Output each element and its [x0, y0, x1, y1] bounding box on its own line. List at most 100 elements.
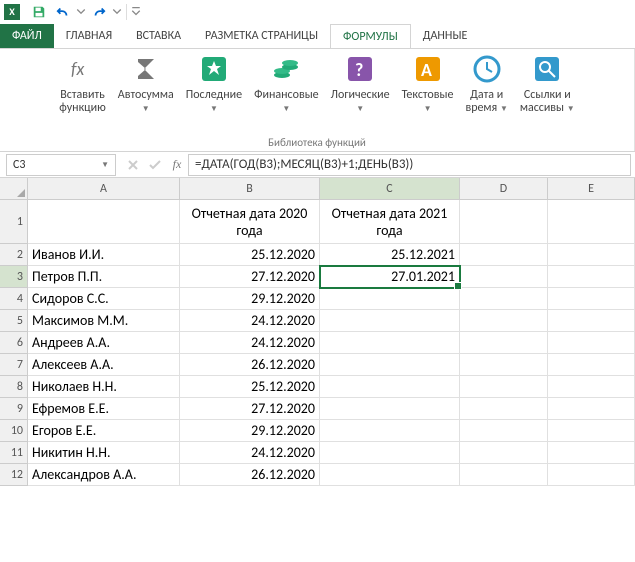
cell[interactable] — [320, 464, 460, 486]
row-header[interactable]: 10 — [0, 420, 28, 442]
cell[interactable]: 29.12.2020 — [180, 288, 320, 310]
cell[interactable] — [460, 288, 548, 310]
cell[interactable]: 27.12.2020 — [180, 398, 320, 420]
insert-function-button[interactable]: fx Вставитьфункцию — [53, 51, 111, 117]
save-button[interactable] — [28, 1, 50, 23]
cell[interactable]: Андреев А.А. — [28, 332, 180, 354]
cell[interactable] — [460, 310, 548, 332]
cell[interactable]: Отчетная дата 2020 года — [180, 200, 320, 244]
tab-formulas[interactable]: ФОРМУЛЫ — [330, 24, 411, 48]
cell[interactable] — [548, 376, 635, 398]
redo-dropdown[interactable] — [112, 1, 122, 23]
cell[interactable]: 29.12.2020 — [180, 420, 320, 442]
cell[interactable]: Егоров Е.Е. — [28, 420, 180, 442]
cell[interactable] — [320, 376, 460, 398]
cell[interactable] — [548, 200, 635, 244]
cell[interactable]: Никитин Н.Н. — [28, 442, 180, 464]
row-header[interactable]: 1 — [0, 200, 28, 244]
col-header[interactable]: E — [548, 178, 635, 200]
cell[interactable] — [460, 398, 548, 420]
col-header[interactable]: D — [460, 178, 548, 200]
cell[interactable] — [548, 464, 635, 486]
name-box-input[interactable] — [13, 158, 83, 172]
select-all-button[interactable] — [0, 178, 28, 200]
text-button[interactable]: A Текстовые ▼ — [396, 51, 460, 116]
cell[interactable]: Петров П.П. — [28, 266, 180, 288]
cell[interactable]: Александров А.А. — [28, 464, 180, 486]
cell[interactable]: 25.12.2021 — [320, 244, 460, 266]
row-header[interactable]: 6 — [0, 332, 28, 354]
customize-qat-button[interactable] — [131, 1, 141, 23]
logical-button[interactable]: ? Логические ▼ — [325, 51, 396, 116]
redo-button[interactable] — [88, 1, 110, 23]
autosum-button[interactable]: Автосумма ▼ — [112, 51, 180, 116]
cell[interactable] — [460, 200, 548, 244]
cell[interactable] — [548, 420, 635, 442]
row-header[interactable]: 3 — [0, 266, 28, 288]
cell[interactable]: 26.12.2020 — [180, 354, 320, 376]
cell[interactable] — [460, 376, 548, 398]
cell[interactable] — [460, 442, 548, 464]
col-header[interactable]: B — [180, 178, 320, 200]
cell[interactable]: Ефремов Е.Е. — [28, 398, 180, 420]
cell[interactable] — [320, 288, 460, 310]
cell[interactable]: 26.12.2020 — [180, 464, 320, 486]
cell[interactable] — [548, 266, 635, 288]
cell[interactable] — [460, 464, 548, 486]
tab-page-layout[interactable]: РАЗМЕТКА СТРАНИЦЫ — [193, 24, 330, 48]
cell[interactable] — [548, 398, 635, 420]
cell[interactable] — [320, 332, 460, 354]
enter-formula-button[interactable] — [144, 154, 166, 176]
row-header[interactable]: 12 — [0, 464, 28, 486]
row-header[interactable]: 5 — [0, 310, 28, 332]
row-header[interactable]: 11 — [0, 442, 28, 464]
cell[interactable]: Максимов М.М. — [28, 310, 180, 332]
tab-insert[interactable]: ВСТАВКА — [124, 24, 193, 48]
fx-button[interactable]: fx — [166, 154, 188, 176]
datetime-button[interactable]: Дата ивремя ▼ — [459, 51, 513, 117]
row-header[interactable]: 7 — [0, 354, 28, 376]
formula-input[interactable]: =ДАТА(ГОД(B3);МЕСЯЦ(B3)+1;ДЕНЬ(B3)) — [188, 154, 631, 176]
cell[interactable] — [548, 354, 635, 376]
cell[interactable]: 25.12.2020 — [180, 376, 320, 398]
cell[interactable]: Отчетная дата 2021 года — [320, 200, 460, 244]
cell[interactable] — [548, 332, 635, 354]
cell[interactable] — [548, 244, 635, 266]
cell[interactable] — [28, 200, 180, 244]
cell[interactable] — [320, 354, 460, 376]
row-header[interactable]: 9 — [0, 398, 28, 420]
col-header[interactable]: C — [320, 178, 460, 200]
financial-button[interactable]: Финансовые ▼ — [248, 51, 325, 116]
col-header[interactable]: A — [28, 178, 180, 200]
cell[interactable] — [320, 398, 460, 420]
cell[interactable]: 24.12.2020 — [180, 442, 320, 464]
undo-dropdown[interactable] — [76, 1, 86, 23]
cell[interactable]: Иванов И.И. — [28, 244, 180, 266]
cell[interactable] — [460, 354, 548, 376]
cell[interactable]: Николаев Н.Н. — [28, 376, 180, 398]
name-box[interactable]: ▼ — [6, 154, 116, 176]
cancel-formula-button[interactable] — [122, 154, 144, 176]
cell[interactable] — [548, 310, 635, 332]
cell[interactable]: Сидоров С.С. — [28, 288, 180, 310]
cell[interactable] — [320, 310, 460, 332]
cell[interactable]: 24.12.2020 — [180, 310, 320, 332]
cell[interactable] — [460, 244, 548, 266]
row-header[interactable]: 2 — [0, 244, 28, 266]
cell[interactable] — [548, 288, 635, 310]
cell[interactable] — [548, 442, 635, 464]
cell[interactable] — [460, 420, 548, 442]
undo-button[interactable] — [52, 1, 74, 23]
cell[interactable]: 27.01.2021 — [320, 266, 460, 288]
lookup-button[interactable]: Ссылки имассивы ▼ — [514, 51, 581, 117]
row-header[interactable]: 4 — [0, 288, 28, 310]
row-header[interactable]: 8 — [0, 376, 28, 398]
tab-home[interactable]: ГЛАВНАЯ — [54, 24, 124, 48]
chevron-down-icon[interactable]: ▼ — [101, 160, 109, 170]
cell[interactable]: Алексеев А.А. — [28, 354, 180, 376]
cell[interactable]: 27.12.2020 — [180, 266, 320, 288]
recently-used-button[interactable]: Последние ▼ — [180, 51, 248, 116]
cell[interactable] — [320, 442, 460, 464]
tab-file[interactable]: ФАЙЛ — [0, 24, 54, 48]
tab-data[interactable]: ДАННЫЕ — [411, 24, 480, 48]
